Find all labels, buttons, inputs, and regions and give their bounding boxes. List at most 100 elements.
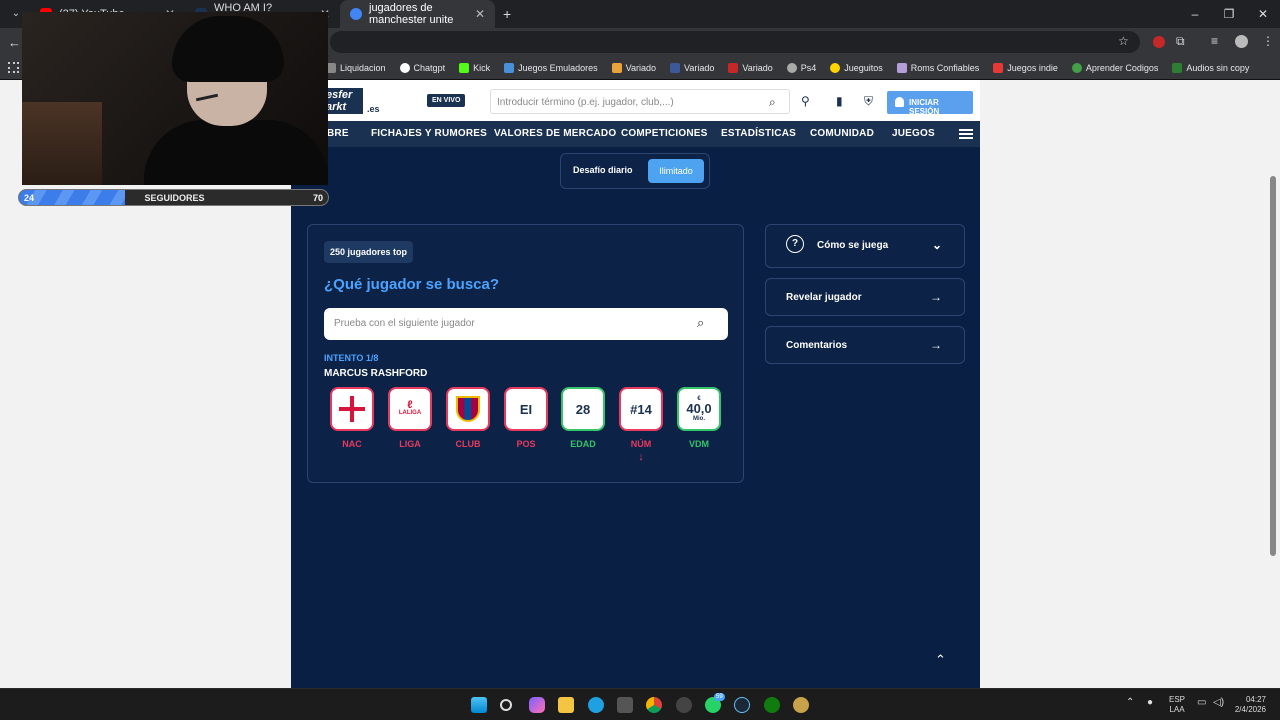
nav-item[interactable]: ESTADÍSTICAS	[721, 128, 796, 139]
nav-item[interactable]: COMPETICIONES	[621, 128, 708, 139]
search-icon[interactable]: ⌕	[697, 315, 704, 331]
site-search-input[interactable]: Introducir término (p.ej. jugador, club,…	[490, 89, 790, 114]
login-button[interactable]: INICIAR SESIÓN	[887, 91, 973, 116]
nav-item[interactable]: BRE	[327, 128, 349, 139]
game-launcher-icon[interactable]	[793, 697, 809, 713]
search-icon[interactable]: ⌕	[769, 95, 776, 110]
apps-icon[interactable]	[8, 62, 19, 73]
page-scrollbar[interactable]	[1270, 176, 1276, 556]
bookmark-item[interactable]: Aprender Codigos	[1071, 62, 1158, 73]
bookmark-item[interactable]: Kick	[459, 62, 490, 73]
clue-label: NAC	[342, 439, 362, 449]
steam-icon[interactable]	[734, 697, 750, 713]
copilot-icon[interactable]	[529, 697, 545, 713]
hamburger-menu-icon[interactable]	[959, 129, 973, 131]
close-icon[interactable]: ✕	[475, 7, 485, 21]
live-badge[interactable]: EN VIVO	[427, 94, 466, 107]
chrome-icon[interactable]	[646, 697, 662, 713]
how-to-play-accordion[interactable]: ? Cómo se juega ⌄	[765, 224, 965, 268]
side-label: Cómo se juega	[817, 240, 889, 251]
clock[interactable]: 04:27 2/4/2026	[1230, 695, 1266, 715]
england-flag-icon	[339, 396, 365, 422]
site-logo[interactable]: esfer arkt	[323, 88, 363, 114]
pool-badge: 250 jugadores top	[324, 241, 414, 263]
shield-icon[interactable]: ⛨	[864, 94, 873, 109]
arrow-right-icon: →	[930, 290, 942, 304]
menu-icon[interactable]: ⋮	[1262, 34, 1274, 48]
search-icon[interactable]	[500, 699, 512, 711]
bookmark-item[interactable]: Ps4	[786, 62, 816, 73]
mode-daily-button[interactable]: Desafío diario	[573, 165, 633, 175]
lang-label: ESP	[1168, 695, 1185, 704]
media-icon[interactable]: ≡	[1211, 34, 1218, 48]
value-unit: Mio.	[693, 416, 705, 422]
app-icon[interactable]	[676, 697, 692, 713]
clock-date: 2/4/2026	[1234, 705, 1266, 714]
notification-badge: 59	[714, 693, 725, 701]
file-explorer-icon[interactable]	[558, 697, 574, 713]
clue-label: POS	[516, 439, 536, 449]
webcam-person-body	[144, 120, 328, 185]
back-to-top-icon[interactable]: ⌃	[935, 652, 946, 668]
nav-item[interactable]: VALORES DE MERCADO	[494, 128, 616, 139]
nav-item[interactable]: FICHAJES Y RUMORES	[371, 128, 487, 139]
clue-label: VDM	[689, 439, 709, 449]
bookmark-item[interactable]: Variado	[611, 62, 656, 73]
bookmark-item[interactable]: Liquidacion	[326, 62, 386, 73]
site-domain[interactable]: .es	[367, 104, 380, 114]
volume-icon[interactable]: ◁)	[1213, 698, 1224, 708]
clue-value: EI	[519, 401, 533, 417]
bookmark-item[interactable]: Juegos indie	[993, 62, 1058, 73]
extension-badge-icon[interactable]	[1153, 36, 1165, 48]
mode-toggle: Desafío diario Ilimitado	[560, 153, 710, 189]
webcam-person-hair	[172, 16, 284, 82]
network-icon[interactable]: ▭	[1197, 698, 1206, 708]
bookmark-item[interactable]: Audios sin copy	[1172, 62, 1249, 73]
attempt-counter: INTENTO 1/8	[324, 353, 379, 363]
tray-overflow-icon[interactable]: ⌃	[1126, 698, 1134, 708]
back-button[interactable]: ←	[8, 35, 21, 50]
xbox-icon[interactable]	[764, 697, 780, 713]
bookmark-icon	[670, 62, 680, 73]
bookmark-item[interactable]: Roms Confiables	[896, 62, 979, 73]
minimize-button[interactable]: –	[1178, 0, 1212, 28]
clue-label: CLUB	[455, 439, 481, 449]
bookmark-item[interactable]: Variado	[728, 62, 773, 73]
clue-nationality	[330, 387, 374, 431]
close-window-button[interactable]: ✕	[1246, 0, 1280, 28]
bookmark-item[interactable]: Juegos Emuladores	[504, 62, 598, 73]
clue-label: LIGA	[399, 439, 421, 449]
tab-label: jugadores de manchester unite	[369, 2, 454, 26]
guessed-player-name: MARCUS RASHFORD	[324, 368, 428, 379]
bookmark-item[interactable]: Jueguitos	[830, 62, 883, 73]
omnibox[interactable]	[330, 31, 1140, 53]
clue-age: 28	[561, 387, 605, 431]
guess-input[interactable]: Prueba con el siguiente jugador	[324, 308, 728, 340]
edge-icon[interactable]	[588, 697, 604, 713]
comments-button[interactable]: Comentarios →	[765, 326, 965, 364]
bookmark-star-icon[interactable]: ☆	[1118, 34, 1129, 48]
windows-start-icon[interactable]	[471, 697, 487, 713]
transfermarkt-site: esfer arkt .es EN VIVO Introducir términ…	[291, 80, 980, 688]
profile-avatar[interactable]	[1235, 35, 1248, 48]
mode-unlimited-button[interactable]: Ilimitado	[648, 159, 704, 183]
input-language[interactable]: ESP LAA	[1167, 695, 1187, 715]
clue-value: 28	[575, 401, 591, 417]
player-search-icon[interactable]: ⚲	[801, 94, 810, 108]
laliga-logo-icon: ℓ LALIGA	[398, 399, 422, 417]
bookmark-icon[interactable]: ▮	[836, 94, 843, 108]
bookmark-item[interactable]: Variado	[670, 62, 714, 73]
mic-icon[interactable]: ●	[1147, 698, 1153, 708]
new-tab-button[interactable]: +	[503, 0, 511, 28]
store-icon[interactable]	[617, 697, 633, 713]
bookmark-item[interactable]: Chatgpt	[399, 62, 445, 73]
nav-item[interactable]: COMUNIDAD	[810, 128, 874, 139]
tab-google-search[interactable]: jugadores de manchester unite ✕	[340, 0, 495, 28]
extensions-icon[interactable]: ⧉	[1176, 34, 1185, 49]
clue-market-value: €40,0 Mio.	[677, 387, 721, 431]
login-label: INICIAR SESIÓN	[909, 98, 940, 116]
nav-item[interactable]: JUEGOS	[892, 128, 935, 139]
restore-button[interactable]: ❐	[1212, 0, 1246, 28]
reveal-player-button[interactable]: Revelar jugador →	[765, 278, 965, 316]
window-controls: – ❐ ✕	[1178, 0, 1280, 28]
